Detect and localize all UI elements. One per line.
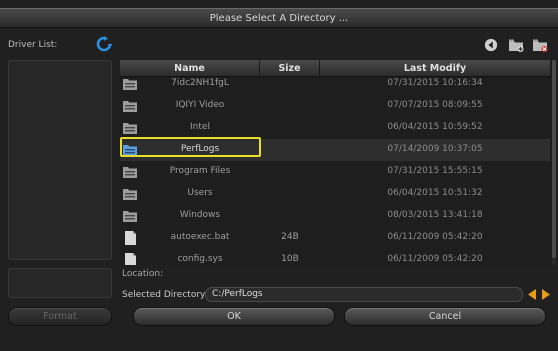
- file-icon: [122, 253, 138, 265]
- file-last-modify: 06/11/2009 05:42:20: [387, 232, 483, 242]
- back-icon[interactable]: [483, 38, 499, 52]
- file-last-modify: 06/04/2015 10:51:32: [387, 188, 483, 198]
- file-name: Intel: [190, 122, 210, 132]
- table-row[interactable]: IQIYI Video 07/07/2015 08:09:55: [120, 95, 550, 117]
- table-row[interactable]: config.sys 10B 06/11/2009 05:42:20: [120, 249, 550, 265]
- file-size: 24B: [281, 232, 299, 242]
- cancel-button[interactable]: Cancel: [344, 307, 546, 326]
- select-directory-dialog: Please Select A Directory ... Driver Lis…: [0, 0, 558, 351]
- folder-icon: [122, 165, 138, 179]
- new-folder-icon[interactable]: [508, 38, 524, 52]
- file-name: Program Files: [169, 166, 231, 176]
- file-list[interactable]: Name Size Last Modify 7idc2NH1fgL 07/31/2…: [120, 60, 556, 265]
- driver-list-label: Driver List:: [8, 40, 58, 50]
- file-last-modify: 06/11/2009 05:42:20: [387, 254, 483, 264]
- folder-icon: [122, 187, 138, 201]
- selected-directory-field[interactable]: C:/PerfLogs: [205, 287, 523, 302]
- location-label: Location:: [122, 269, 164, 279]
- file-last-modify: 06/04/2015 10:59:52: [387, 122, 483, 132]
- folder-icon: [122, 121, 138, 135]
- folder-icon: [122, 209, 138, 223]
- file-name: autoexec.bat: [170, 232, 230, 242]
- file-last-modify: 08/03/2015 13:41:18: [387, 210, 483, 220]
- file-icon: [122, 231, 138, 245]
- folder-icon: [122, 99, 138, 113]
- file-name: config.sys: [177, 254, 223, 264]
- table-row[interactable]: Program Files 07/31/2015 15:55:15: [120, 161, 550, 183]
- file-last-modify: 07/07/2015 08:09:55: [387, 100, 483, 110]
- scrollbar-thumb[interactable]: [552, 60, 556, 258]
- table-row[interactable]: PerfLogs 07/14/2009 10:37:05: [120, 139, 550, 161]
- file-list-scrollbar[interactable]: [552, 60, 556, 265]
- file-name: 7idc2NH1fgL: [171, 78, 229, 88]
- drive-info-panel: [8, 268, 112, 298]
- file-name: PerfLogs: [180, 144, 220, 154]
- format-button[interactable]: Format: [8, 307, 112, 326]
- ok-button[interactable]: OK: [133, 307, 335, 326]
- file-name: Users: [187, 188, 213, 198]
- file-name: Windows: [179, 210, 221, 220]
- selected-directory-label: Selected Directory:: [122, 290, 208, 300]
- file-name: IQIYI Video: [175, 100, 225, 110]
- delete-folder-icon[interactable]: [532, 38, 548, 52]
- file-last-modify: 07/14/2009 10:37:05: [387, 144, 483, 154]
- drive-list[interactable]: [8, 60, 112, 260]
- folder-icon: [122, 143, 138, 157]
- folder-icon: [122, 77, 138, 91]
- arrow-right-icon[interactable]: [541, 289, 551, 300]
- refresh-icon[interactable]: [96, 36, 112, 52]
- file-last-modify: 07/31/2015 10:16:34: [387, 78, 483, 88]
- table-row[interactable]: Intel 06/04/2015 10:59:52: [120, 117, 550, 139]
- file-size: 10B: [281, 254, 299, 264]
- file-last-modify: 07/31/2015 15:55:15: [387, 166, 483, 176]
- table-row[interactable]: 7idc2NH1fgL 07/31/2015 10:16:34: [120, 73, 550, 95]
- table-row[interactable]: Windows 08/03/2015 13:41:18: [120, 205, 550, 227]
- arrow-left-icon[interactable]: [527, 289, 537, 300]
- table-row[interactable]: autoexec.bat 24B 06/11/2009 05:42:20: [120, 227, 550, 249]
- table-row[interactable]: Users 06/04/2015 10:51:32: [120, 183, 550, 205]
- dialog-title: Please Select A Directory ...: [0, 8, 558, 28]
